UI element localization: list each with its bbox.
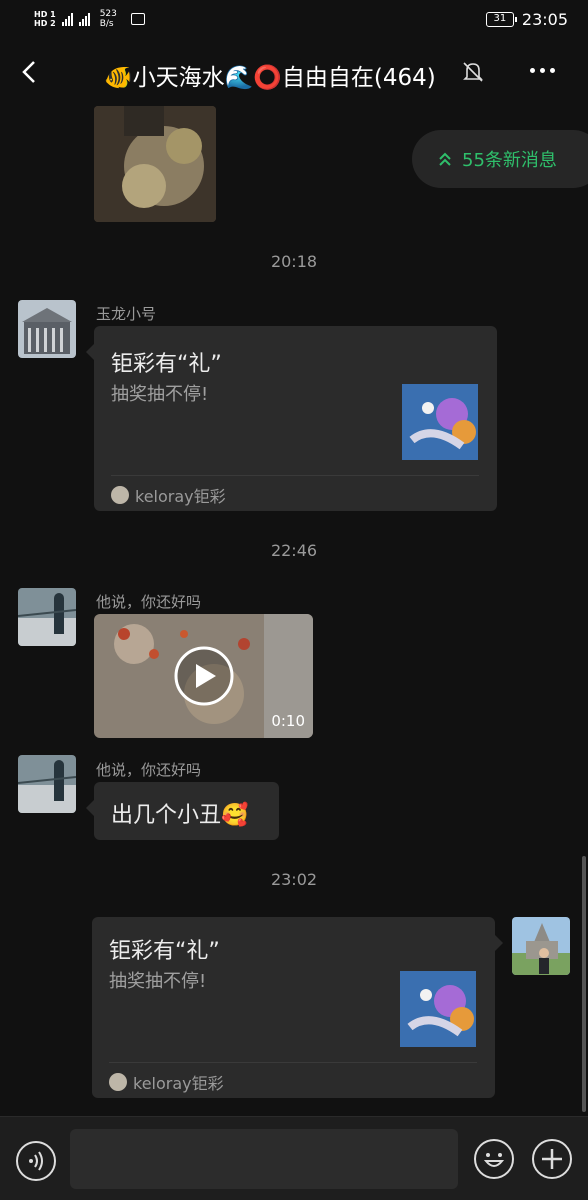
new-messages-label: 55条新消息 [462, 150, 557, 171]
card-divider [111, 475, 479, 476]
input-bar [0, 1116, 588, 1200]
double-chevron-up-icon [439, 152, 451, 166]
battery-icon: 31 [485, 11, 517, 27]
emoji-icon[interactable] [474, 1139, 514, 1179]
card-source-label: keloray钜彩 [135, 487, 226, 506]
signal-icon [61, 12, 73, 26]
status-right: 31 23:05 [485, 9, 568, 29]
sim1-label: HD 1 [34, 10, 56, 19]
scrollbar[interactable] [582, 856, 586, 1112]
message-input[interactable] [70, 1129, 458, 1189]
avatar[interactable] [18, 755, 76, 813]
link-card[interactable]: 钜彩有“礼” 抽奖抽不停! keloray钜彩 [92, 917, 503, 1098]
signal-icon-2 [78, 12, 90, 26]
my-avatar[interactable] [512, 917, 570, 975]
net-speed-unit: B/s [99, 19, 114, 29]
notification-icon [130, 13, 145, 25]
source-icon [111, 486, 129, 504]
text-message[interactable]: 出几个小丑🥰 [86, 782, 279, 840]
video-duration: 0:10 [271, 712, 305, 730]
card-thumbnail [402, 384, 478, 460]
sender-name: 他说，你还好吗 [96, 761, 202, 779]
avatar-image [512, 917, 570, 975]
avatar-image [18, 300, 76, 358]
avatar[interactable] [18, 300, 76, 358]
back-arrow-icon[interactable] [16, 56, 44, 88]
mute-bell-icon [463, 62, 483, 82]
net-speed-value: 523 [99, 9, 117, 19]
avatar-image [18, 755, 76, 813]
card-title: 钜彩有“礼” [111, 352, 222, 377]
coral-photo [94, 106, 216, 222]
link-card[interactable]: 钜彩有“礼” 抽奖抽不停! keloray钜彩 [86, 326, 497, 511]
more-options-icon[interactable] [530, 68, 555, 73]
sender-name: 玉龙小号 [96, 305, 157, 323]
status-bar: HD 1 HD 2 523 B/s 31 23:05 [0, 0, 588, 38]
chat-title: 🐠小天海水🌊⭕自由自在(464) [104, 65, 436, 91]
timestamp: 20:18 [270, 252, 318, 271]
voice-input-icon[interactable] [16, 1141, 56, 1181]
card-thumbnail [400, 971, 476, 1047]
source-icon [109, 1073, 127, 1091]
card-title: 钜彩有“礼” [109, 939, 220, 964]
avatar[interactable] [18, 588, 76, 646]
new-messages-button[interactable]: 55条新消息 [412, 130, 588, 188]
card-source: keloray钜彩 [111, 483, 226, 507]
net-speed: 523 B/s [100, 9, 117, 29]
card-source-label: keloray钜彩 [133, 1074, 224, 1093]
avatar-image [18, 588, 76, 646]
card-divider [109, 1062, 477, 1063]
timestamp: 23:02 [270, 870, 318, 889]
sim2-label: HD 2 [34, 19, 56, 28]
image-message[interactable] [94, 106, 216, 222]
card-description: 抽奖抽不停! [111, 384, 209, 405]
card-description: 抽奖抽不停! [109, 971, 207, 992]
video-message[interactable]: 0:10 [94, 614, 313, 738]
message-text: 出几个小丑🥰 [111, 803, 249, 828]
clock: 23:05 [521, 9, 568, 29]
plus-icon[interactable] [532, 1139, 572, 1179]
chat-header: 🐠小天海水🌊⭕自由自在(464) [0, 38, 588, 106]
sender-name: 他说，你还好吗 [96, 593, 202, 611]
sim-indicator: HD 1 HD 2 [34, 10, 56, 28]
card-source: keloray钜彩 [109, 1070, 224, 1094]
timestamp: 22:46 [270, 541, 318, 560]
status-left: HD 1 HD 2 523 B/s [34, 9, 145, 29]
